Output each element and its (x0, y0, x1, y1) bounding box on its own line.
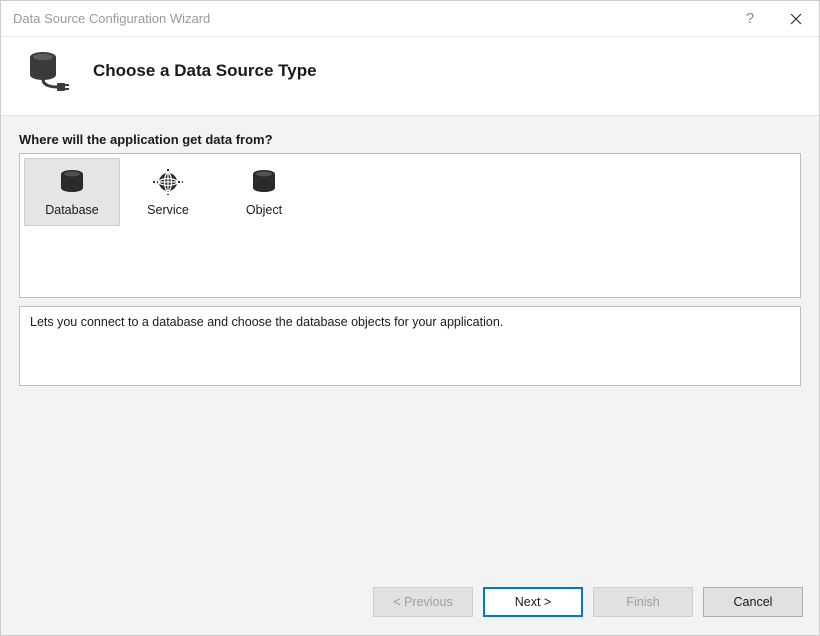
help-button[interactable]: ? (727, 1, 773, 37)
window-title: Data Source Configuration Wizard (13, 11, 727, 26)
wizard-step-title: Choose a Data Source Type (93, 61, 317, 81)
datasource-description: Lets you connect to a database and choos… (19, 306, 801, 386)
datasource-option-database[interactable]: Database (24, 158, 120, 226)
header-database-icon (21, 51, 77, 91)
database-icon (59, 167, 85, 197)
cancel-button[interactable]: Cancel (703, 587, 803, 617)
datasource-type-list: Database Service (19, 153, 801, 298)
option-label: Database (45, 203, 99, 217)
close-button[interactable] (773, 1, 819, 37)
service-icon (153, 167, 183, 197)
wizard-header: Choose a Data Source Type (1, 37, 819, 116)
datasource-option-service[interactable]: Service (120, 158, 216, 226)
description-text: Lets you connect to a database and choos… (30, 315, 503, 329)
option-label: Object (246, 203, 282, 217)
wizard-content: Where will the application get data from… (1, 116, 819, 573)
close-icon (790, 13, 802, 25)
previous-button: < Previous (373, 587, 473, 617)
object-icon (251, 167, 277, 197)
prompt-label: Where will the application get data from… (19, 132, 801, 147)
title-bar: Data Source Configuration Wizard ? (1, 1, 819, 37)
datasource-option-object[interactable]: Object (216, 158, 312, 226)
option-label: Service (147, 203, 189, 217)
wizard-footer: < Previous Next > Finish Cancel (1, 573, 819, 635)
finish-button: Finish (593, 587, 693, 617)
next-button[interactable]: Next > (483, 587, 583, 617)
